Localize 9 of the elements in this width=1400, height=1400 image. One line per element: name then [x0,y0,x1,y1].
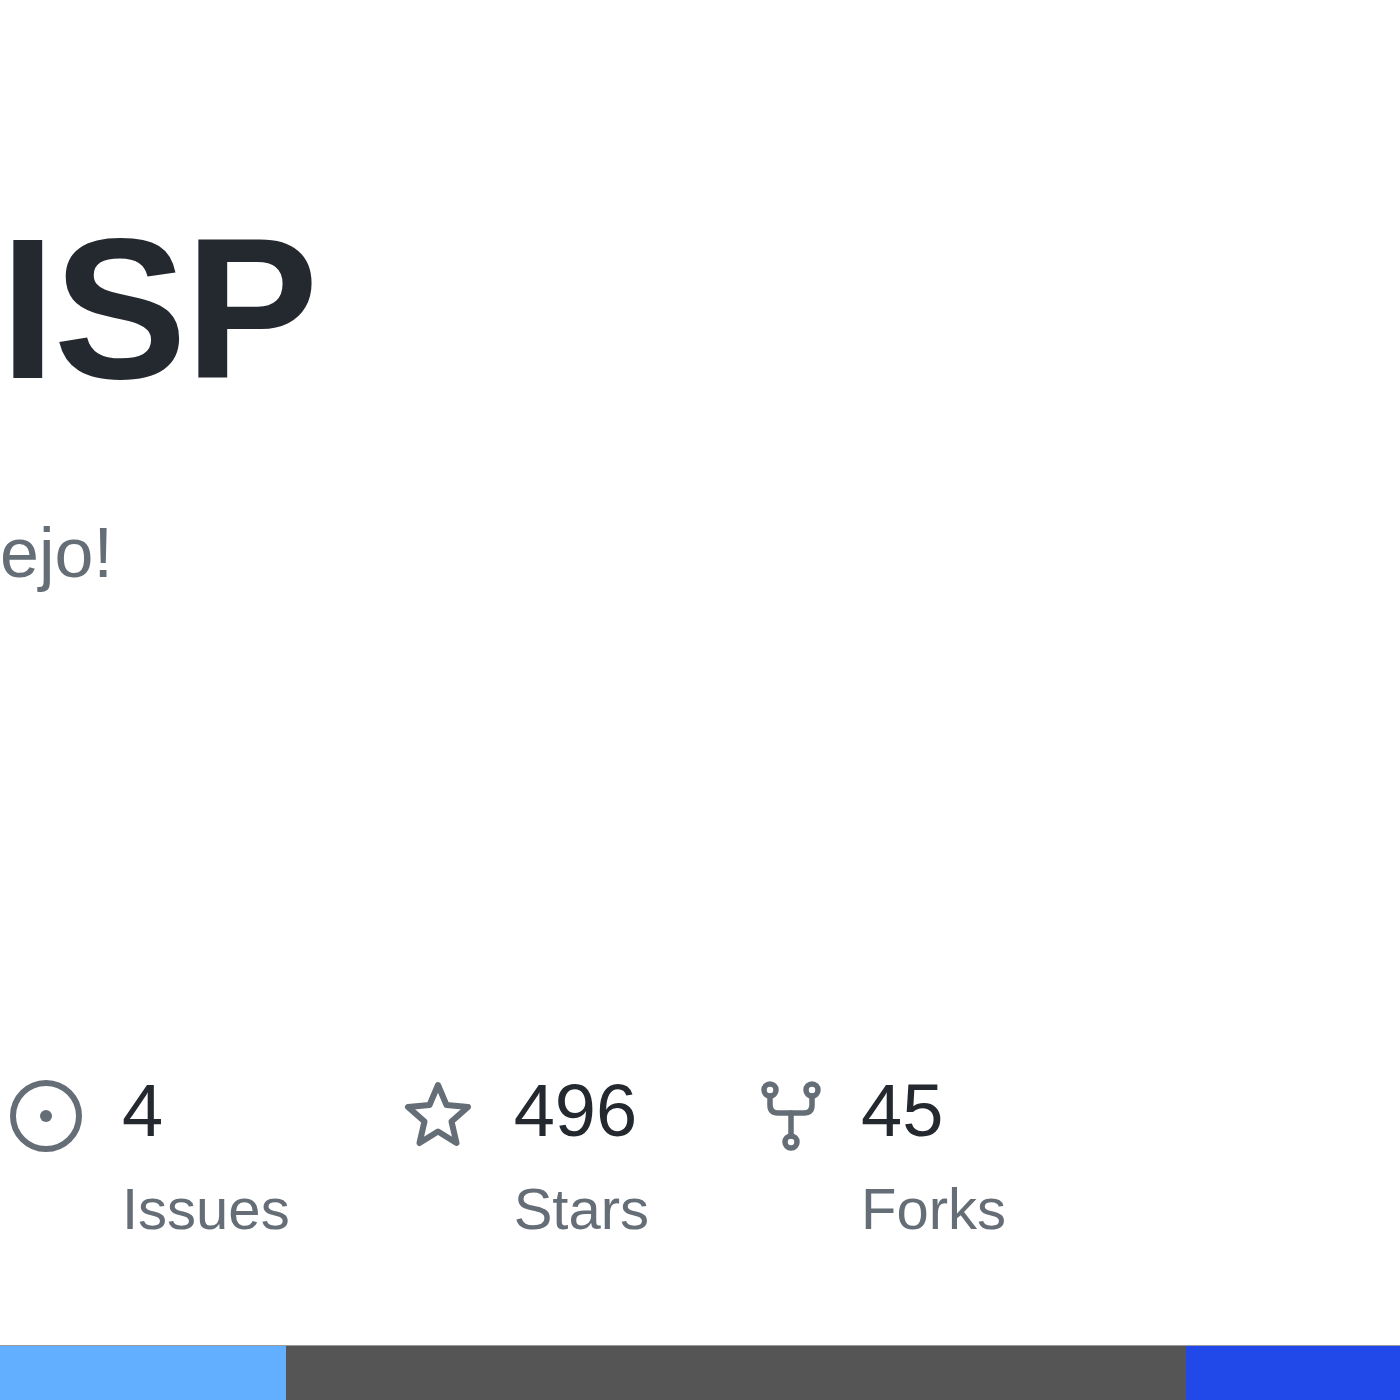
stat-count: 45 [861,1074,944,1148]
stat-label: Stars [513,1180,649,1238]
stat-label: Issues [122,1180,290,1238]
issue-circle-icon [10,1080,82,1152]
stat-count: 4 [122,1074,164,1148]
stat-count: 496 [513,1074,638,1148]
fork-icon [761,1080,821,1152]
repository-title: ISP [0,209,317,409]
stat-label: Forks [861,1180,1006,1238]
